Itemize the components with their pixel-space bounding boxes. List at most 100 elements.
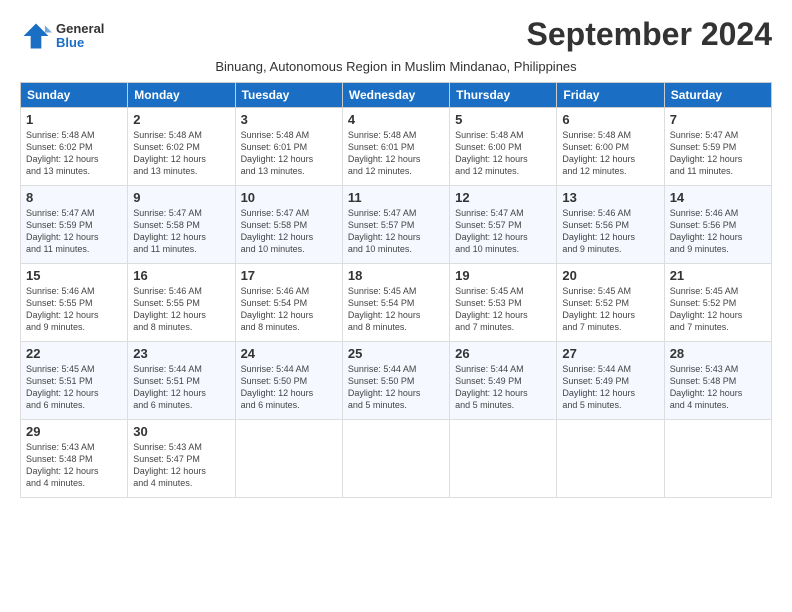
calendar-subtitle: Binuang, Autonomous Region in Muslim Min… — [20, 59, 772, 74]
calendar-week-1: 1Sunrise: 5:48 AM Sunset: 6:02 PM Daylig… — [21, 108, 772, 186]
day-number: 23 — [133, 346, 229, 361]
cell-details: Sunrise: 5:45 AM Sunset: 5:52 PM Dayligh… — [562, 285, 658, 334]
weekday-header-friday: Friday — [557, 83, 664, 108]
calendar-cell: 17Sunrise: 5:46 AM Sunset: 5:54 PM Dayli… — [235, 264, 342, 342]
calendar-cell: 18 Sunrise: 5:45 AM Sunset: 5:54 PM Dayli… — [342, 264, 449, 342]
day-number: 4 — [348, 112, 444, 127]
calendar-week-4: 22 Sunrise: 5:45 AM Sunset: 5:51 PM Dayli… — [21, 342, 772, 420]
calendar-cell: 2 Sunrise: 5:48 AM Sunset: 6:02 PM Daylig… — [128, 108, 235, 186]
calendar-cell: 19 Sunrise: 5:45 AM Sunset: 5:53 PM Dayli… — [450, 264, 557, 342]
calendar-cell — [342, 420, 449, 498]
cell-details: Sunrise: 5:48 AM Sunset: 6:01 PM Dayligh… — [241, 129, 337, 178]
calendar-cell: 24 Sunrise: 5:44 AM Sunset: 5:50 PM Dayli… — [235, 342, 342, 420]
calendar-cell — [450, 420, 557, 498]
logo-blue: Blue — [56, 36, 104, 50]
day-number: 9 — [133, 190, 229, 205]
calendar-cell: 16 Sunrise: 5:46 AM Sunset: 5:55 PM Dayli… — [128, 264, 235, 342]
logo: General Blue — [20, 20, 104, 52]
day-number: 29 — [26, 424, 122, 439]
cell-details: Sunrise: 5:47 AM Sunset: 5:57 PM Dayligh… — [348, 207, 444, 256]
cell-details: Sunrise: 5:44 AM Sunset: 5:49 PM Dayligh… — [455, 363, 551, 412]
weekday-header-row: SundayMondayTuesdayWednesdayThursdayFrid… — [21, 83, 772, 108]
weekday-header-saturday: Saturday — [664, 83, 771, 108]
calendar-cell: 1Sunrise: 5:48 AM Sunset: 6:02 PM Daylig… — [21, 108, 128, 186]
cell-details: Sunrise: 5:45 AM Sunset: 5:53 PM Dayligh… — [455, 285, 551, 334]
logo-general: General — [56, 22, 104, 36]
cell-details: Sunrise: 5:45 AM Sunset: 5:52 PM Dayligh… — [670, 285, 766, 334]
calendar-week-3: 15 Sunrise: 5:46 AM Sunset: 5:55 PM Dayli… — [21, 264, 772, 342]
day-number: 2 — [133, 112, 229, 127]
calendar-cell: 22 Sunrise: 5:45 AM Sunset: 5:51 PM Dayli… — [21, 342, 128, 420]
weekday-header-monday: Monday — [128, 83, 235, 108]
day-number: 16 — [133, 268, 229, 283]
weekday-header-tuesday: Tuesday — [235, 83, 342, 108]
calendar-cell: 28 Sunrise: 5:43 AM Sunset: 5:48 PM Dayli… — [664, 342, 771, 420]
cell-details: Sunrise: 5:46 AM Sunset: 5:56 PM Dayligh… — [562, 207, 658, 256]
header-row: General Blue September 2024 — [20, 16, 772, 53]
calendar-cell: 13Sunrise: 5:46 AM Sunset: 5:56 PM Dayli… — [557, 186, 664, 264]
day-number: 14 — [670, 190, 766, 205]
logo-text: General Blue — [56, 22, 104, 51]
calendar-cell: 20Sunrise: 5:45 AM Sunset: 5:52 PM Dayli… — [557, 264, 664, 342]
calendar-cell — [664, 420, 771, 498]
day-number: 26 — [455, 346, 551, 361]
cell-details: Sunrise: 5:44 AM Sunset: 5:50 PM Dayligh… — [241, 363, 337, 412]
weekday-header-sunday: Sunday — [21, 83, 128, 108]
day-number: 24 — [241, 346, 337, 361]
calendar-cell: 21Sunrise: 5:45 AM Sunset: 5:52 PM Dayli… — [664, 264, 771, 342]
day-number: 15 — [26, 268, 122, 283]
calendar-cell — [235, 420, 342, 498]
calendar-cell: 12 Sunrise: 5:47 AM Sunset: 5:57 PM Dayli… — [450, 186, 557, 264]
day-number: 8 — [26, 190, 122, 205]
cell-details: Sunrise: 5:47 AM Sunset: 5:57 PM Dayligh… — [455, 207, 551, 256]
calendar-cell: 3 Sunrise: 5:48 AM Sunset: 6:01 PM Daylig… — [235, 108, 342, 186]
calendar-cell: 27Sunrise: 5:44 AM Sunset: 5:49 PM Dayli… — [557, 342, 664, 420]
month-title: September 2024 — [527, 16, 772, 53]
weekday-header-thursday: Thursday — [450, 83, 557, 108]
calendar-cell: 26 Sunrise: 5:44 AM Sunset: 5:49 PM Dayli… — [450, 342, 557, 420]
day-number: 19 — [455, 268, 551, 283]
calendar-cell: 11 Sunrise: 5:47 AM Sunset: 5:57 PM Dayli… — [342, 186, 449, 264]
day-number: 6 — [562, 112, 658, 127]
cell-details: Sunrise: 5:48 AM Sunset: 6:00 PM Dayligh… — [455, 129, 551, 178]
cell-details: Sunrise: 5:46 AM Sunset: 5:55 PM Dayligh… — [133, 285, 229, 334]
day-number: 28 — [670, 346, 766, 361]
calendar-cell: 4 Sunrise: 5:48 AM Sunset: 6:01 PM Daylig… — [342, 108, 449, 186]
calendar-page: General Blue September 2024 Binuang, Aut… — [0, 0, 792, 508]
weekday-header-wednesday: Wednesday — [342, 83, 449, 108]
day-number: 3 — [241, 112, 337, 127]
cell-details: Sunrise: 5:47 AM Sunset: 5:58 PM Dayligh… — [133, 207, 229, 256]
cell-details: Sunrise: 5:46 AM Sunset: 5:55 PM Dayligh… — [26, 285, 122, 334]
calendar-week-2: 8 Sunrise: 5:47 AM Sunset: 5:59 PM Daylig… — [21, 186, 772, 264]
day-number: 12 — [455, 190, 551, 205]
calendar-cell: 15 Sunrise: 5:46 AM Sunset: 5:55 PM Dayli… — [21, 264, 128, 342]
calendar-cell: 7 Sunrise: 5:47 AM Sunset: 5:59 PM Daylig… — [664, 108, 771, 186]
calendar-cell: 10 Sunrise: 5:47 AM Sunset: 5:58 PM Dayli… — [235, 186, 342, 264]
cell-details: Sunrise: 5:47 AM Sunset: 5:59 PM Dayligh… — [26, 207, 122, 256]
day-number: 7 — [670, 112, 766, 127]
calendar-cell — [557, 420, 664, 498]
day-number: 22 — [26, 346, 122, 361]
cell-details: Sunrise: 5:43 AM Sunset: 5:48 PM Dayligh… — [670, 363, 766, 412]
day-number: 10 — [241, 190, 337, 205]
day-number: 30 — [133, 424, 229, 439]
logo-icon — [20, 20, 52, 52]
cell-details: Sunrise: 5:47 AM Sunset: 5:58 PM Dayligh… — [241, 207, 337, 256]
day-number: 11 — [348, 190, 444, 205]
day-number: 18 — [348, 268, 444, 283]
cell-details: Sunrise: 5:45 AM Sunset: 5:51 PM Dayligh… — [26, 363, 122, 412]
cell-details: Sunrise: 5:43 AM Sunset: 5:48 PM Dayligh… — [26, 441, 122, 490]
calendar-table: SundayMondayTuesdayWednesdayThursdayFrid… — [20, 82, 772, 498]
cell-details: Sunrise: 5:48 AM Sunset: 6:02 PM Dayligh… — [133, 129, 229, 178]
day-number: 5 — [455, 112, 551, 127]
calendar-cell: 23Sunrise: 5:44 AM Sunset: 5:51 PM Dayli… — [128, 342, 235, 420]
cell-details: Sunrise: 5:47 AM Sunset: 5:59 PM Dayligh… — [670, 129, 766, 178]
cell-details: Sunrise: 5:48 AM Sunset: 6:01 PM Dayligh… — [348, 129, 444, 178]
calendar-cell: 30Sunrise: 5:43 AM Sunset: 5:47 PM Dayli… — [128, 420, 235, 498]
cell-details: Sunrise: 5:45 AM Sunset: 5:54 PM Dayligh… — [348, 285, 444, 334]
cell-details: Sunrise: 5:44 AM Sunset: 5:49 PM Dayligh… — [562, 363, 658, 412]
calendar-cell: 5 Sunrise: 5:48 AM Sunset: 6:00 PM Daylig… — [450, 108, 557, 186]
calendar-cell: 14Sunrise: 5:46 AM Sunset: 5:56 PM Dayli… — [664, 186, 771, 264]
day-number: 25 — [348, 346, 444, 361]
cell-details: Sunrise: 5:46 AM Sunset: 5:54 PM Dayligh… — [241, 285, 337, 334]
